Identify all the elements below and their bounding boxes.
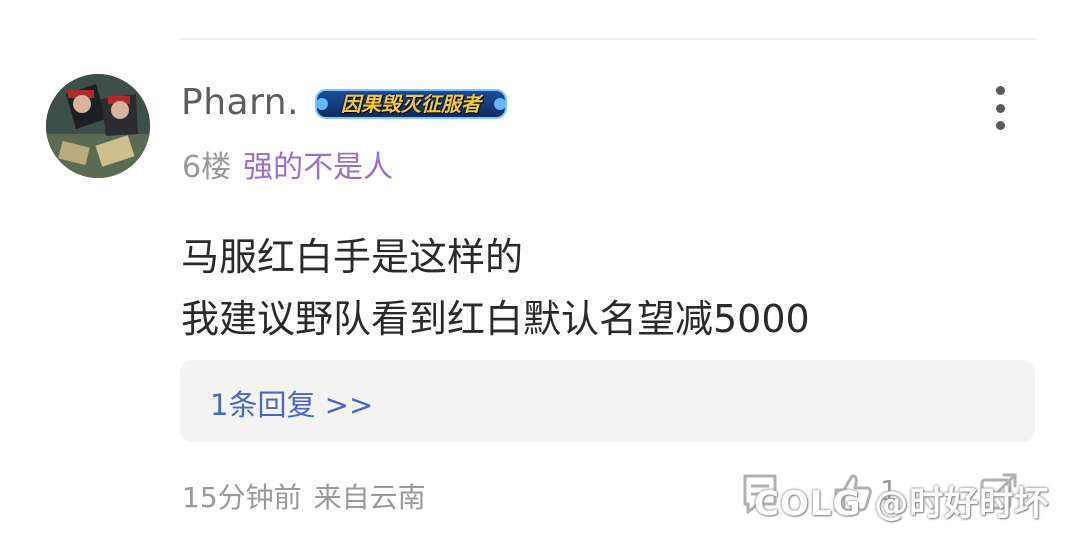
comment-content: 马服红白手是这样的 我建议野队看到红白默认名望减5000	[181, 226, 810, 350]
avatar-image	[46, 74, 150, 178]
content-line: 马服红白手是这样的	[181, 235, 524, 279]
reply-preview[interactable]: 1条回复 >>	[180, 360, 1035, 442]
watermark: COLG @时好时坏	[754, 476, 1049, 525]
badge-text: 因果毁灭征服者	[341, 92, 481, 116]
post-location: 来自云南	[313, 481, 426, 514]
menu-dot	[995, 121, 1005, 130]
menu-dot	[995, 103, 1005, 113]
avatar[interactable]	[46, 74, 150, 178]
user-tag: 强的不是人	[243, 150, 394, 185]
more-vertical-icon[interactable]	[982, 86, 1018, 130]
watermark-text: @时好时坏	[874, 484, 1050, 524]
floor-line: 6楼 强的不是人	[182, 142, 393, 186]
menu-dot	[995, 86, 1005, 95]
post-time: 15分钟前	[182, 481, 302, 514]
title-badge: 因果毁灭征服者	[312, 86, 510, 122]
content-line: 我建议野队看到红白默认名望减5000	[181, 297, 810, 341]
floor-number: 6楼	[182, 150, 232, 185]
reply-link[interactable]: 1条回复 >>	[210, 382, 373, 424]
username[interactable]: Pharn.	[181, 82, 299, 123]
top-divider	[180, 38, 1036, 40]
watermark-logo: COLG	[754, 484, 862, 524]
post-meta: 15分钟前 来自云南	[182, 476, 426, 516]
comment-card: Pharn. 因果毁灭征服者 6楼 强的不是人 马服红白手是这样的 我建议野队看到…	[0, 0, 1080, 548]
